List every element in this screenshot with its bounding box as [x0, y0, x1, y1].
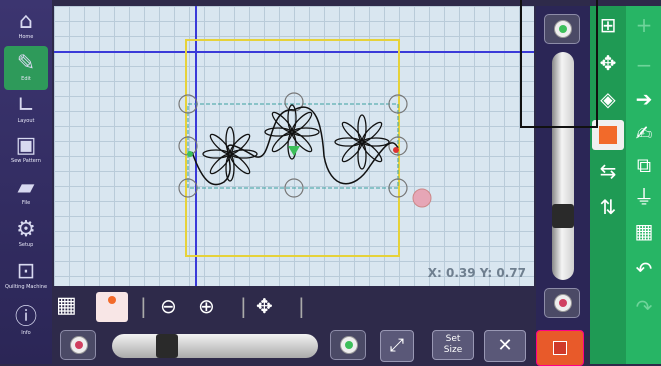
- home-icon: ⌂: [19, 9, 33, 34]
- zoom-in-icon[interactable]: ⊕: [198, 294, 215, 318]
- set-size-label-line2: Size: [443, 345, 463, 355]
- flip-horizontal-icon[interactable]: ⇆: [592, 156, 624, 186]
- horizontal-slider-track[interactable]: [112, 334, 318, 358]
- selection-handles: [178, 92, 408, 198]
- stitch-path: [191, 106, 399, 186]
- calculator-icon[interactable]: ▦: [628, 216, 660, 246]
- start-point: [187, 151, 193, 157]
- sidebar-item-sew-pattern[interactable]: ▣ Sew Pattern: [4, 128, 48, 172]
- set-size-button[interactable]: Set Size: [432, 330, 474, 360]
- sidebar-item-label: Sew Pattern: [11, 158, 41, 164]
- separator: |: [140, 294, 147, 318]
- design-canvas[interactable]: X: 0.39 Y: 0.77: [54, 6, 534, 286]
- flip-vertical-icon[interactable]: ⇅: [592, 192, 624, 222]
- flower-motif-3: [334, 114, 390, 170]
- zoom-out-circle-button[interactable]: [544, 288, 580, 318]
- fit-arrows-icon: ⤢: [389, 335, 405, 356]
- forward-arrow-icon[interactable]: ➔: [628, 84, 660, 114]
- rotate-handle: [412, 188, 432, 208]
- sidebar-item-label: Setup: [18, 242, 34, 248]
- callout-outline: [520, 0, 598, 128]
- edit-icon: ✎: [16, 51, 36, 76]
- plus-circle-icon: [340, 336, 358, 354]
- redo-icon[interactable]: ↷: [628, 292, 660, 322]
- grid-icon[interactable]: ▦: [56, 294, 77, 318]
- sidebar-item-edit[interactable]: ✎ Edit: [4, 46, 48, 90]
- sidebar-item-label: File: [21, 200, 31, 206]
- horizontal-slider-thumb[interactable]: [156, 334, 178, 358]
- sidebar-item-file[interactable]: ▰ File: [4, 170, 48, 214]
- folder-icon: ▰: [17, 175, 35, 200]
- zoom-out-circle-button-bottom[interactable]: [60, 330, 96, 360]
- zoom-out-icon[interactable]: ⊖: [160, 294, 177, 318]
- sidebar-item-label: Home: [18, 34, 34, 40]
- orange-dot-icon: [108, 296, 116, 304]
- sidebar-item-label: Layout: [17, 118, 35, 124]
- undo-icon[interactable]: ↶: [628, 254, 660, 284]
- left-sidebar: ⌂ Home ✎ Edit ∟ Layout ▣ Sew Pattern ▰ F…: [0, 0, 52, 364]
- edit-actions-strip: + − ➔ ✍ ⧉ ⏚ ▦ ↶ ↷: [626, 6, 661, 364]
- edit-note-icon[interactable]: ✍: [628, 118, 660, 148]
- sew-icon: ▣: [15, 133, 37, 158]
- pattern-drawing: [54, 6, 534, 286]
- sidebar-item-setup[interactable]: ⚙ Setup: [4, 212, 48, 256]
- align-icon[interactable]: ⏚: [628, 182, 660, 212]
- pan-arrows-icon[interactable]: ✥: [256, 294, 273, 318]
- crop-icon[interactable]: ⧉: [628, 150, 660, 180]
- gears-icon: ⚙: [16, 217, 36, 242]
- shrink-button[interactable]: ✕: [484, 330, 526, 362]
- remove-icon[interactable]: −: [628, 50, 660, 80]
- end-point: [393, 147, 399, 153]
- minus-circle-icon: [554, 294, 572, 312]
- stop-button[interactable]: [536, 330, 584, 366]
- sidebar-item-quilting-machine[interactable]: ⊡ Quilting Machine: [4, 254, 48, 298]
- set-size-label-line1: Set: [445, 334, 461, 344]
- sidebar-item-label: Edit: [21, 76, 31, 82]
- zoom-in-circle-button-bottom[interactable]: [330, 330, 366, 360]
- separator: |: [298, 294, 305, 318]
- sidebar-item-label: Quilting Machine: [4, 284, 48, 290]
- coordinate-readout: X: 0.39 Y: 0.77: [427, 266, 526, 280]
- separator: |: [240, 294, 247, 318]
- minus-circle-icon: [70, 336, 88, 354]
- sidebar-item-layout[interactable]: ∟ Layout: [4, 88, 48, 132]
- stop-icon: [553, 341, 567, 355]
- pattern-thumbnail-button[interactable]: [96, 292, 128, 322]
- fit-to-block-button[interactable]: ⤢: [380, 330, 414, 362]
- sidebar-item-home[interactable]: ⌂ Home: [4, 4, 48, 48]
- shrink-arrows-icon: ✕: [497, 335, 513, 356]
- sidebar-item-info[interactable]: ⓘ Info: [4, 300, 48, 344]
- info-icon: ⓘ: [14, 305, 37, 330]
- green-marker: [288, 146, 300, 156]
- layout-icon: ∟: [16, 93, 36, 118]
- vertical-slider-thumb[interactable]: [552, 204, 574, 228]
- machine-icon: ⊡: [16, 259, 36, 284]
- sidebar-item-label: Info: [21, 330, 31, 336]
- add-icon[interactable]: +: [628, 10, 660, 40]
